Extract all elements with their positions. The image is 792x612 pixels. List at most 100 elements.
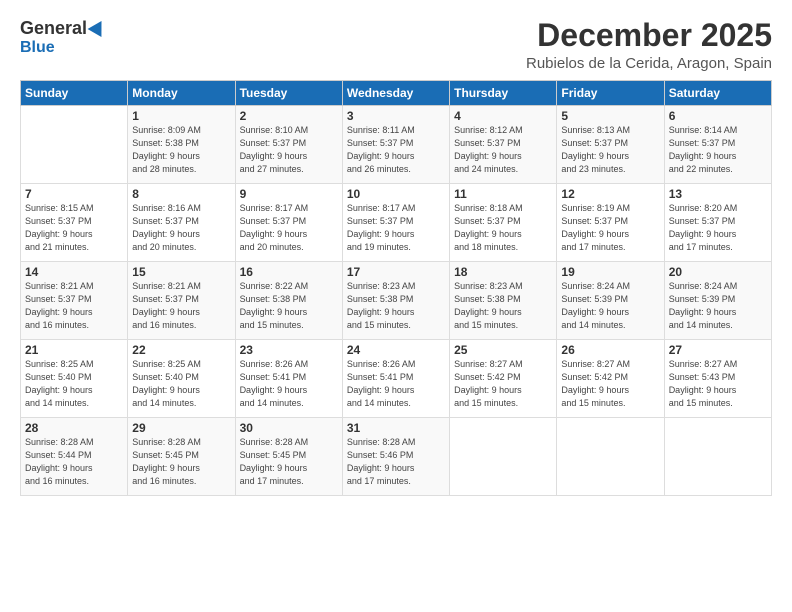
day-info: Sunrise: 8:21 AM Sunset: 5:37 PM Dayligh… [25, 280, 123, 332]
month-title: December 2025 [526, 18, 772, 53]
day-info: Sunrise: 8:12 AM Sunset: 5:37 PM Dayligh… [454, 124, 552, 176]
calendar-cell: 3Sunrise: 8:11 AM Sunset: 5:37 PM Daylig… [342, 106, 449, 184]
day-info: Sunrise: 8:26 AM Sunset: 5:41 PM Dayligh… [240, 358, 338, 410]
day-number: 29 [132, 421, 230, 435]
day-info: Sunrise: 8:15 AM Sunset: 5:37 PM Dayligh… [25, 202, 123, 254]
logo-general: General [20, 18, 87, 39]
day-number: 2 [240, 109, 338, 123]
calendar-cell: 30Sunrise: 8:28 AM Sunset: 5:45 PM Dayli… [235, 418, 342, 496]
calendar-cell: 26Sunrise: 8:27 AM Sunset: 5:42 PM Dayli… [557, 340, 664, 418]
day-number: 18 [454, 265, 552, 279]
calendar-cell: 29Sunrise: 8:28 AM Sunset: 5:45 PM Dayli… [128, 418, 235, 496]
day-number: 3 [347, 109, 445, 123]
weekday-header-row: SundayMondayTuesdayWednesdayThursdayFrid… [21, 81, 772, 106]
day-number: 7 [25, 187, 123, 201]
day-number: 26 [561, 343, 659, 357]
day-info: Sunrise: 8:17 AM Sunset: 5:37 PM Dayligh… [240, 202, 338, 254]
calendar-cell: 6Sunrise: 8:14 AM Sunset: 5:37 PM Daylig… [664, 106, 771, 184]
day-info: Sunrise: 8:28 AM Sunset: 5:45 PM Dayligh… [240, 436, 338, 488]
calendar-cell: 28Sunrise: 8:28 AM Sunset: 5:44 PM Dayli… [21, 418, 128, 496]
calendar-table: SundayMondayTuesdayWednesdayThursdayFrid… [20, 80, 772, 496]
day-info: Sunrise: 8:25 AM Sunset: 5:40 PM Dayligh… [132, 358, 230, 410]
day-info: Sunrise: 8:28 AM Sunset: 5:45 PM Dayligh… [132, 436, 230, 488]
calendar-cell: 4Sunrise: 8:12 AM Sunset: 5:37 PM Daylig… [450, 106, 557, 184]
calendar-cell: 9Sunrise: 8:17 AM Sunset: 5:37 PM Daylig… [235, 184, 342, 262]
day-number: 15 [132, 265, 230, 279]
logo-blue: Blue [20, 39, 55, 57]
calendar-cell: 8Sunrise: 8:16 AM Sunset: 5:37 PM Daylig… [128, 184, 235, 262]
calendar-cell: 2Sunrise: 8:10 AM Sunset: 5:37 PM Daylig… [235, 106, 342, 184]
day-number: 27 [669, 343, 767, 357]
calendar-cell: 17Sunrise: 8:23 AM Sunset: 5:38 PM Dayli… [342, 262, 449, 340]
header: General Blue December 2025 Rubielos de l… [20, 18, 772, 72]
calendar-cell: 13Sunrise: 8:20 AM Sunset: 5:37 PM Dayli… [664, 184, 771, 262]
calendar-cell: 11Sunrise: 8:18 AM Sunset: 5:37 PM Dayli… [450, 184, 557, 262]
calendar-cell: 23Sunrise: 8:26 AM Sunset: 5:41 PM Dayli… [235, 340, 342, 418]
day-number: 5 [561, 109, 659, 123]
calendar-cell [557, 418, 664, 496]
day-number: 4 [454, 109, 552, 123]
week-row-3: 14Sunrise: 8:21 AM Sunset: 5:37 PM Dayli… [21, 262, 772, 340]
calendar-cell: 22Sunrise: 8:25 AM Sunset: 5:40 PM Dayli… [128, 340, 235, 418]
calendar-cell: 21Sunrise: 8:25 AM Sunset: 5:40 PM Dayli… [21, 340, 128, 418]
weekday-header-sunday: Sunday [21, 81, 128, 106]
day-info: Sunrise: 8:13 AM Sunset: 5:37 PM Dayligh… [561, 124, 659, 176]
weekday-header-thursday: Thursday [450, 81, 557, 106]
calendar-cell [21, 106, 128, 184]
day-number: 13 [669, 187, 767, 201]
day-info: Sunrise: 8:19 AM Sunset: 5:37 PM Dayligh… [561, 202, 659, 254]
day-number: 23 [240, 343, 338, 357]
weekday-header-saturday: Saturday [664, 81, 771, 106]
day-number: 6 [669, 109, 767, 123]
calendar-cell [664, 418, 771, 496]
day-number: 19 [561, 265, 659, 279]
weekday-header-tuesday: Tuesday [235, 81, 342, 106]
weekday-header-wednesday: Wednesday [342, 81, 449, 106]
calendar-cell: 15Sunrise: 8:21 AM Sunset: 5:37 PM Dayli… [128, 262, 235, 340]
calendar-cell: 24Sunrise: 8:26 AM Sunset: 5:41 PM Dayli… [342, 340, 449, 418]
location-title: Rubielos de la Cerida, Aragon, Spain [526, 55, 772, 72]
day-number: 9 [240, 187, 338, 201]
calendar-cell: 19Sunrise: 8:24 AM Sunset: 5:39 PM Dayli… [557, 262, 664, 340]
calendar-cell: 10Sunrise: 8:17 AM Sunset: 5:37 PM Dayli… [342, 184, 449, 262]
day-info: Sunrise: 8:25 AM Sunset: 5:40 PM Dayligh… [25, 358, 123, 410]
calendar-cell: 5Sunrise: 8:13 AM Sunset: 5:37 PM Daylig… [557, 106, 664, 184]
day-info: Sunrise: 8:24 AM Sunset: 5:39 PM Dayligh… [669, 280, 767, 332]
calendar-cell: 7Sunrise: 8:15 AM Sunset: 5:37 PM Daylig… [21, 184, 128, 262]
day-info: Sunrise: 8:14 AM Sunset: 5:37 PM Dayligh… [669, 124, 767, 176]
day-number: 30 [240, 421, 338, 435]
day-info: Sunrise: 8:16 AM Sunset: 5:37 PM Dayligh… [132, 202, 230, 254]
day-info: Sunrise: 8:17 AM Sunset: 5:37 PM Dayligh… [347, 202, 445, 254]
day-info: Sunrise: 8:09 AM Sunset: 5:38 PM Dayligh… [132, 124, 230, 176]
calendar-cell: 20Sunrise: 8:24 AM Sunset: 5:39 PM Dayli… [664, 262, 771, 340]
calendar-cell [450, 418, 557, 496]
calendar-cell: 25Sunrise: 8:27 AM Sunset: 5:42 PM Dayli… [450, 340, 557, 418]
day-number: 16 [240, 265, 338, 279]
calendar-cell: 31Sunrise: 8:28 AM Sunset: 5:46 PM Dayli… [342, 418, 449, 496]
day-info: Sunrise: 8:28 AM Sunset: 5:46 PM Dayligh… [347, 436, 445, 488]
logo-triangle-icon [88, 16, 109, 36]
week-row-1: 1Sunrise: 8:09 AM Sunset: 5:38 PM Daylig… [21, 106, 772, 184]
day-number: 11 [454, 187, 552, 201]
calendar-cell: 12Sunrise: 8:19 AM Sunset: 5:37 PM Dayli… [557, 184, 664, 262]
day-number: 22 [132, 343, 230, 357]
calendar-cell: 27Sunrise: 8:27 AM Sunset: 5:43 PM Dayli… [664, 340, 771, 418]
day-number: 17 [347, 265, 445, 279]
day-number: 25 [454, 343, 552, 357]
day-info: Sunrise: 8:11 AM Sunset: 5:37 PM Dayligh… [347, 124, 445, 176]
day-number: 12 [561, 187, 659, 201]
calendar-cell: 16Sunrise: 8:22 AM Sunset: 5:38 PM Dayli… [235, 262, 342, 340]
day-number: 21 [25, 343, 123, 357]
calendar-cell: 1Sunrise: 8:09 AM Sunset: 5:38 PM Daylig… [128, 106, 235, 184]
calendar-cell: 18Sunrise: 8:23 AM Sunset: 5:38 PM Dayli… [450, 262, 557, 340]
day-info: Sunrise: 8:27 AM Sunset: 5:42 PM Dayligh… [561, 358, 659, 410]
week-row-2: 7Sunrise: 8:15 AM Sunset: 5:37 PM Daylig… [21, 184, 772, 262]
day-info: Sunrise: 8:21 AM Sunset: 5:37 PM Dayligh… [132, 280, 230, 332]
calendar-cell: 14Sunrise: 8:21 AM Sunset: 5:37 PM Dayli… [21, 262, 128, 340]
day-info: Sunrise: 8:24 AM Sunset: 5:39 PM Dayligh… [561, 280, 659, 332]
week-row-5: 28Sunrise: 8:28 AM Sunset: 5:44 PM Dayli… [21, 418, 772, 496]
day-number: 8 [132, 187, 230, 201]
day-number: 14 [25, 265, 123, 279]
day-number: 28 [25, 421, 123, 435]
day-number: 20 [669, 265, 767, 279]
